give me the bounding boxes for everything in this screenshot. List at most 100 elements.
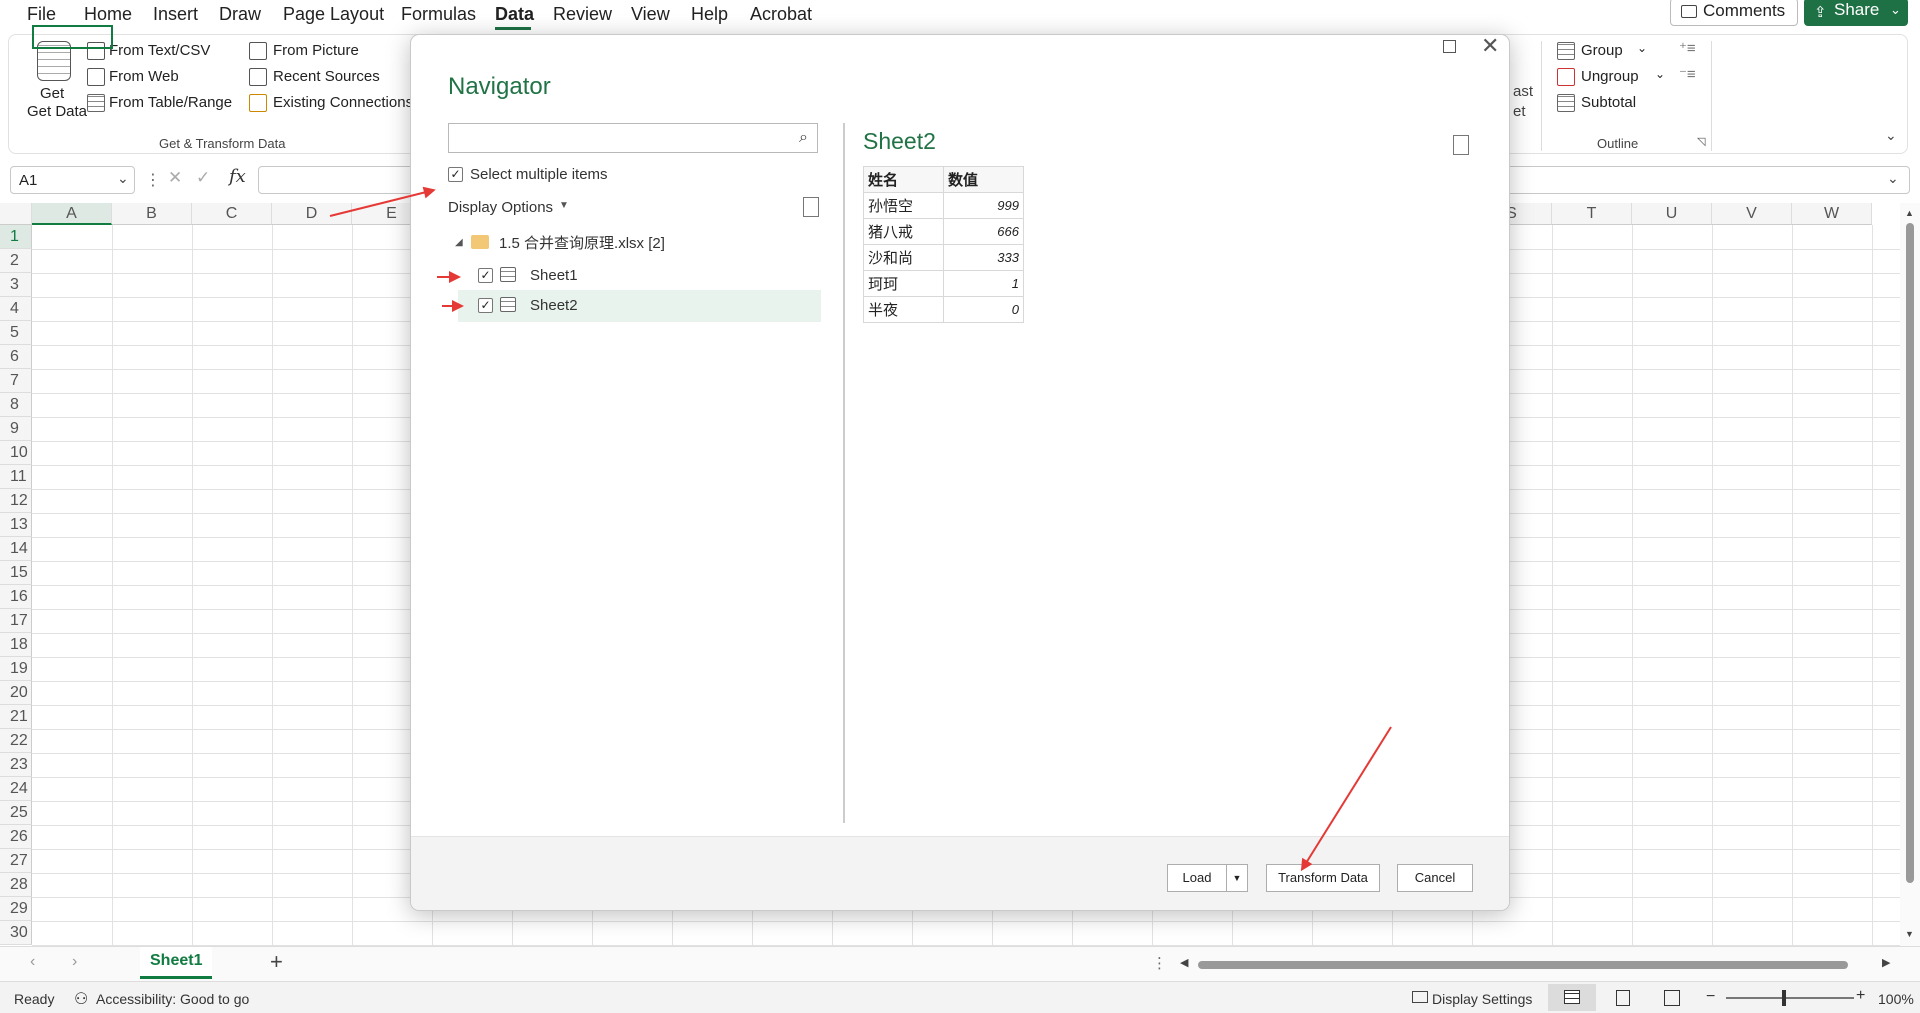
page-break-icon[interactable] [1664, 990, 1680, 1006]
zoom-slider-thumb[interactable] [1782, 990, 1786, 1006]
file-node-label[interactable]: 1.5 合并查询原理.xlsx [2] [499, 232, 665, 253]
chevron-down-icon[interactable]: ⌄ [1655, 67, 1665, 81]
tab-formulas[interactable]: Formulas [401, 4, 476, 25]
transform-data-button[interactable]: Transform Data [1266, 864, 1380, 892]
column-header[interactable]: U [1632, 203, 1712, 225]
row-header[interactable]: 23 [0, 753, 32, 777]
search-input[interactable]: ⌕ [448, 123, 818, 153]
tab-home[interactable]: Home [84, 4, 132, 25]
row-header[interactable]: 4 [0, 297, 32, 321]
normal-view-button[interactable] [1548, 984, 1596, 1011]
tab-data[interactable]: Data [495, 4, 534, 25]
zoom-slider-track[interactable] [1726, 997, 1854, 999]
column-header[interactable]: B [112, 203, 192, 225]
row-header[interactable]: 8 [0, 393, 32, 417]
get-data-button[interactable]: Get Data [27, 103, 87, 120]
pane-divider[interactable] [843, 123, 845, 823]
column-header[interactable]: C [192, 203, 272, 225]
scroll-up-icon[interactable]: ▲ [1905, 208, 1914, 218]
row-header[interactable]: 1 [0, 225, 32, 249]
confirm-entry-icon[interactable]: ✓ [196, 168, 210, 188]
row-header[interactable]: 27 [0, 849, 32, 873]
row-header[interactable]: 9 [0, 417, 32, 441]
close-icon[interactable]: ✕ [1481, 35, 1499, 59]
select-multiple-checkbox[interactable]: ✓ [448, 167, 463, 182]
chevron-down-icon[interactable]: ⌄ [1887, 170, 1899, 187]
row-header[interactable]: 6 [0, 345, 32, 369]
cancel-entry-icon[interactable]: ✕ [168, 168, 182, 188]
from-picture-button[interactable]: From Picture [273, 42, 359, 59]
sheet1-checkbox[interactable]: ✓ [478, 268, 493, 283]
existing-connections-button[interactable]: Existing Connections [273, 94, 413, 111]
scrollbar-thumb[interactable] [1906, 223, 1914, 883]
scroll-down-icon[interactable]: ▼ [1905, 929, 1914, 939]
row-header[interactable]: 19 [0, 657, 32, 681]
row-header[interactable]: 25 [0, 801, 32, 825]
insert-function-icon[interactable]: fx [229, 166, 246, 187]
tab-acrobat[interactable]: Acrobat [750, 4, 812, 25]
from-text-csv-button[interactable]: From Text/CSV [109, 42, 210, 59]
column-header[interactable]: A [32, 203, 112, 225]
zoom-in-icon[interactable]: + [1856, 987, 1865, 1005]
nav-item-sheet2-row[interactable]: ✓ Sheet2 [458, 290, 821, 322]
zoom-level[interactable]: 100% [1878, 991, 1914, 1007]
column-header[interactable]: T [1552, 203, 1632, 225]
collapse-ribbon-icon[interactable]: ⌄ [1885, 127, 1897, 144]
row-header[interactable]: 24 [0, 777, 32, 801]
row-header[interactable]: 30 [0, 921, 32, 945]
horizontal-scrollbar-thumb[interactable] [1198, 961, 1848, 969]
row-header[interactable]: 3 [0, 273, 32, 297]
sheet2-checkbox[interactable]: ✓ [478, 298, 493, 313]
row-header[interactable]: 11 [0, 465, 32, 489]
page-layout-icon[interactable] [1616, 990, 1630, 1006]
scroll-left-icon[interactable]: ◀ [1180, 956, 1188, 969]
maximize-icon[interactable] [1443, 40, 1456, 53]
from-table-range-button[interactable]: From Table/Range [109, 94, 232, 111]
row-header[interactable]: 7 [0, 369, 32, 393]
row-header[interactable]: 5 [0, 321, 32, 345]
share-button[interactable]: ⇪ Share ⌄ [1804, 0, 1908, 26]
tab-review[interactable]: Review [553, 4, 612, 25]
select-multiple-label[interactable]: Select multiple items [470, 166, 608, 183]
row-header[interactable]: 18 [0, 633, 32, 657]
tab-view[interactable]: View [631, 4, 670, 25]
more-options-icon[interactable]: ⋮ [1152, 954, 1167, 972]
show-detail-icon[interactable]: ⁺≡ [1679, 39, 1696, 57]
name-box[interactable]: A1 ⌄ [10, 166, 135, 194]
chevron-down-icon[interactable]: ⌄ [117, 170, 129, 187]
load-button[interactable]: Load [1167, 864, 1227, 892]
row-header[interactable]: 26 [0, 825, 32, 849]
tab-insert[interactable]: Insert [153, 4, 198, 25]
nav-item-sheet1[interactable]: Sheet1 [530, 267, 578, 284]
get-data-label[interactable]: Get [40, 85, 64, 102]
accessibility-status[interactable]: Accessibility: Good to go [96, 991, 249, 1007]
subtotal-button[interactable]: Subtotal [1581, 94, 1636, 111]
select-all-corner[interactable] [0, 203, 32, 225]
ungroup-button[interactable]: Ungroup [1581, 68, 1639, 85]
row-header[interactable]: 12 [0, 489, 32, 513]
search-icon[interactable]: ⌕ [799, 129, 808, 147]
chevron-down-icon[interactable]: ▼ [559, 200, 569, 211]
group-button[interactable]: Group [1581, 42, 1623, 59]
comments-button[interactable]: Comments [1670, 0, 1798, 26]
hide-detail-icon[interactable]: ⁻≡ [1679, 65, 1696, 83]
scroll-right-icon[interactable]: ▶ [1882, 956, 1890, 969]
chevron-right-icon[interactable]: › [72, 953, 77, 971]
chevron-down-icon[interactable]: ⌄ [1637, 41, 1647, 55]
row-header[interactable]: 10 [0, 441, 32, 465]
selected-cell-a1[interactable] [32, 25, 113, 49]
row-header[interactable]: 28 [0, 873, 32, 897]
display-settings-button[interactable]: Display Settings [1432, 991, 1532, 1007]
column-header[interactable]: V [1712, 203, 1792, 225]
load-dropdown-button[interactable]: ▼ [1226, 864, 1248, 892]
column-header[interactable]: W [1792, 203, 1872, 225]
vertical-scrollbar[interactable]: ▲ ▼ [1900, 203, 1920, 946]
row-header[interactable]: 13 [0, 513, 32, 537]
dialog-launcher-icon[interactable]: ◹ [1697, 135, 1705, 148]
row-header[interactable]: 14 [0, 537, 32, 561]
display-options-dropdown[interactable]: Display Options [448, 199, 553, 216]
row-header[interactable]: 21 [0, 705, 32, 729]
tab-help[interactable]: Help [691, 4, 728, 25]
row-header[interactable]: 22 [0, 729, 32, 753]
tab-file[interactable]: File [27, 4, 56, 25]
